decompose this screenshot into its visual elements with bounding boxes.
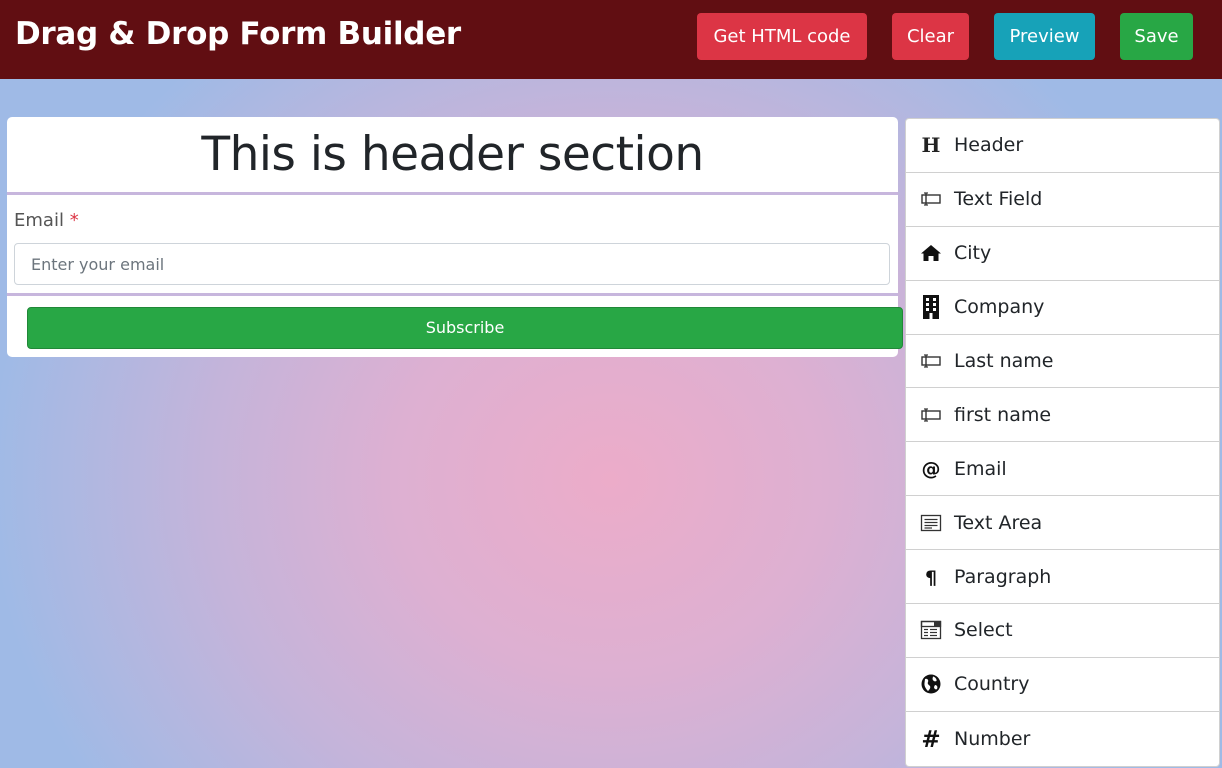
form-header-element[interactable]: This is header section xyxy=(7,117,898,192)
palette-item-label: Number xyxy=(954,727,1031,750)
building-icon xyxy=(919,295,943,320)
palette-item-number[interactable]: # Number xyxy=(906,712,1219,766)
palette-item-label: first name xyxy=(954,403,1052,426)
palette-item-label: Last name xyxy=(954,350,1054,372)
text-field-icon xyxy=(919,403,943,427)
get-html-code-button[interactable]: Get HTML code xyxy=(697,13,867,60)
palette-item-select[interactable]: Select xyxy=(906,604,1219,658)
palette-item-label: City xyxy=(954,242,992,265)
globe-icon xyxy=(919,672,943,696)
palette-item-label: Select xyxy=(954,619,1013,642)
palette-item-text-field[interactable]: Text Field xyxy=(906,173,1219,227)
form-canvas[interactable]: This is header section Email * Subscribe xyxy=(7,117,903,357)
text-area-icon xyxy=(919,511,943,535)
palette-item-label: Paragraph xyxy=(954,565,1052,588)
palette-item-email[interactable]: @ Email xyxy=(906,442,1219,497)
svg-text:#: # xyxy=(921,728,940,750)
required-marker: * xyxy=(69,210,79,231)
form-header-text: This is header section xyxy=(201,127,704,182)
svg-text:¶: ¶ xyxy=(925,567,937,588)
home-icon xyxy=(919,241,943,265)
palette-item-company[interactable]: Company xyxy=(906,281,1219,335)
paragraph-icon: ¶ xyxy=(919,565,943,589)
clear-button[interactable]: Clear xyxy=(892,13,969,60)
text-field-icon xyxy=(919,187,943,211)
element-palette: H Header Text Field City Company Last na… xyxy=(905,118,1220,767)
select-icon xyxy=(919,618,943,642)
svg-text:H: H xyxy=(922,134,941,156)
palette-item-header[interactable]: H Header xyxy=(906,119,1219,173)
app-title: Drag & Drop Form Builder xyxy=(15,16,461,52)
save-button[interactable]: Save xyxy=(1120,13,1193,60)
email-input[interactable] xyxy=(14,243,890,285)
palette-item-label: Country xyxy=(954,673,1030,696)
palette-item-label: Header xyxy=(954,134,1024,157)
subscribe-button[interactable]: Subscribe xyxy=(27,307,903,349)
heading-icon: H xyxy=(919,133,943,157)
preview-button[interactable]: Preview xyxy=(994,13,1095,60)
palette-item-label: Text Area xyxy=(954,511,1043,534)
svg-text:@: @ xyxy=(922,458,941,480)
palette-item-text-area[interactable]: Text Area xyxy=(906,496,1219,551)
palette-item-paragraph[interactable]: ¶ Paragraph xyxy=(906,550,1219,605)
palette-item-city[interactable]: City xyxy=(906,227,1219,281)
form-email-element[interactable]: Email * xyxy=(7,195,898,293)
palette-item-label: Text Field xyxy=(954,188,1043,211)
palette-item-last-name[interactable]: Last name xyxy=(906,335,1219,389)
palette-item-label: Email xyxy=(954,457,1007,480)
email-label-text: Email xyxy=(14,210,64,231)
palette-item-country[interactable]: Country xyxy=(906,658,1219,712)
at-icon: @ xyxy=(919,457,943,481)
hash-icon: # xyxy=(919,727,943,751)
top-navbar: Drag & Drop Form Builder Get HTML code C… xyxy=(0,0,1222,79)
palette-item-label: Company xyxy=(954,296,1045,319)
palette-item-first-name[interactable]: first name xyxy=(906,388,1219,443)
text-field-icon xyxy=(919,349,943,373)
email-field-label: Email * xyxy=(14,209,79,233)
element-divider xyxy=(7,293,898,296)
